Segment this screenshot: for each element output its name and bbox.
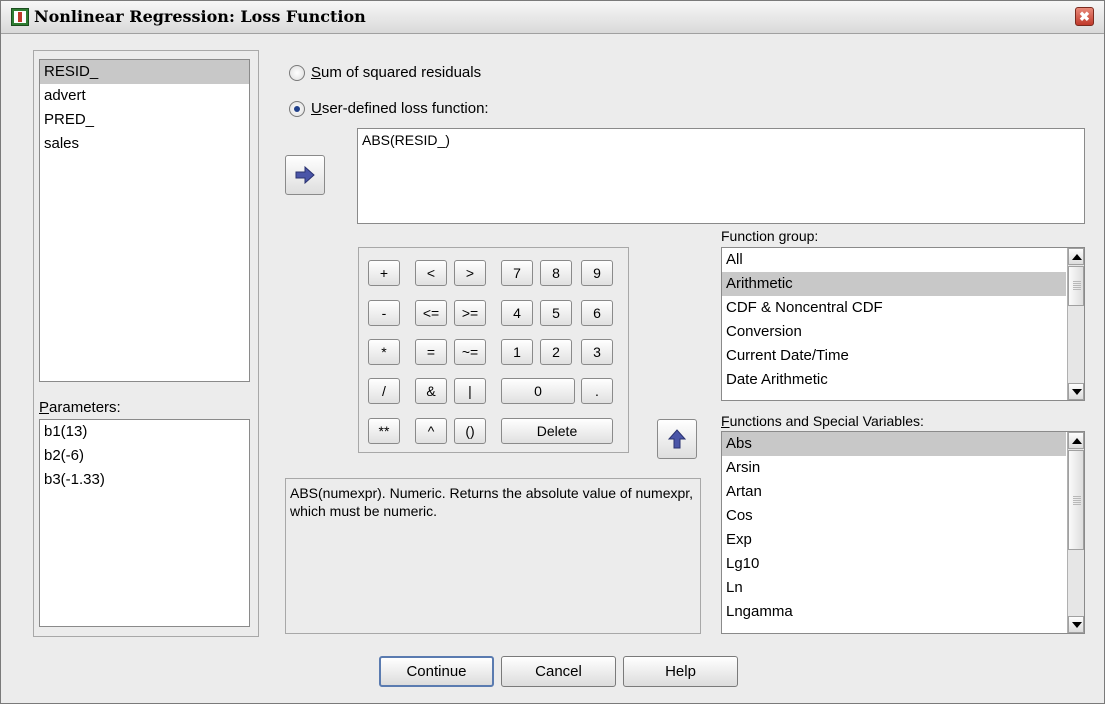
key-less[interactable]: < [415, 260, 447, 286]
function-description: ABS(numexpr). Numeric. Returns the absol… [285, 478, 701, 634]
parameter-item-b2[interactable]: b2(-6) [40, 444, 249, 468]
key-or[interactable]: | [454, 378, 486, 404]
calculator-keypad: + < > 7 8 9 - <= >= 4 5 6 * = ~= 1 2 3 /… [358, 247, 629, 453]
key-parentheses[interactable]: () [454, 418, 486, 444]
parameters-label-text: arameters: [49, 399, 121, 416]
insert-function-button[interactable] [657, 419, 697, 459]
scroll-down-button[interactable] [1068, 616, 1084, 633]
scroll-down-button[interactable] [1068, 383, 1084, 400]
key-caret[interactable]: ^ [415, 418, 447, 444]
key-8[interactable]: 8 [540, 260, 572, 286]
key-delete[interactable]: Delete [501, 418, 613, 444]
variable-item-sales[interactable]: sales [40, 132, 249, 156]
key-7[interactable]: 7 [501, 260, 533, 286]
continue-button[interactable]: Continue [379, 656, 494, 687]
expression-text: ABS(RESID_) [362, 132, 450, 148]
scroll-up-button[interactable] [1068, 432, 1084, 449]
function-item[interactable]: Cos [722, 504, 1066, 528]
scroll-thumb[interactable] [1068, 450, 1084, 550]
sum-of-squares-radio[interactable] [289, 65, 305, 81]
chevron-down-icon [1072, 622, 1082, 628]
dialog-window: Nonlinear Regression: Loss Function ✖ RE… [0, 0, 1105, 704]
key-6[interactable]: 6 [581, 300, 613, 326]
sum-of-squares-label[interactable]: Sum of squared residuals [311, 64, 481, 81]
key-greater[interactable]: > [454, 260, 486, 286]
close-button[interactable]: ✖ [1075, 7, 1094, 26]
key-9[interactable]: 9 [581, 260, 613, 286]
parameter-item-b1[interactable]: b1(13) [40, 420, 249, 444]
functions-label-text: unctions and Special Variables: [729, 413, 924, 429]
loss-function-expression[interactable]: ABS(RESID_) [357, 128, 1085, 224]
sum-mnemonic: S [311, 64, 322, 81]
function-item[interactable]: Artan [722, 480, 1066, 504]
user-defined-label[interactable]: User-defined loss function: [311, 100, 489, 117]
function-group-label-a: Function [721, 228, 779, 244]
function-group-label: Function group: [721, 228, 818, 244]
key-1[interactable]: 1 [501, 339, 533, 365]
function-item[interactable]: Exp [722, 528, 1066, 552]
function-group-item[interactable]: All [722, 248, 1066, 272]
grip-icon [1073, 496, 1081, 506]
variables-list[interactable]: RESID_ advert PRED_ sales [39, 59, 250, 382]
key-equal[interactable]: = [415, 339, 447, 365]
function-group-label-b: roup: [786, 228, 819, 244]
function-item[interactable]: Lg10 [722, 552, 1066, 576]
function-item[interactable]: Ln [722, 576, 1066, 600]
chevron-up-icon [1072, 438, 1082, 444]
chevron-up-icon [1072, 254, 1082, 260]
key-greater-equal[interactable]: >= [454, 300, 486, 326]
functions-scrollbar[interactable] [1067, 432, 1084, 633]
parameters-list[interactable]: b1(13) b2(-6) b3(-1.33) [39, 419, 250, 627]
arrow-right-icon [295, 166, 315, 184]
window-title: Nonlinear Regression: Loss Function [34, 7, 366, 26]
sum-label-text: um of squared residuals [321, 64, 482, 81]
user-defined-radio[interactable] [289, 101, 305, 117]
parameters-label: Parameters: [39, 399, 121, 416]
key-not-equal[interactable]: ~= [454, 339, 486, 365]
grip-icon [1073, 281, 1081, 291]
key-2[interactable]: 2 [540, 339, 572, 365]
functions-label: Functions and Special Variables: [721, 413, 924, 429]
arrow-up-icon [668, 429, 686, 449]
parameters-mnemonic: P [39, 399, 50, 416]
user-label-text: ser-defined loss function: [321, 100, 489, 117]
key-decimal[interactable]: . [581, 378, 613, 404]
key-plus[interactable]: + [368, 260, 400, 286]
title-bar[interactable]: Nonlinear Regression: Loss Function ✖ [1, 1, 1104, 34]
function-item[interactable]: Abs [722, 432, 1066, 456]
scroll-thumb[interactable] [1068, 266, 1084, 306]
function-group-item[interactable]: Current Date/Time [722, 344, 1066, 368]
scroll-up-button[interactable] [1068, 248, 1084, 265]
variable-item-resid[interactable]: RESID_ [40, 60, 249, 84]
functions-list[interactable]: Abs Arsin Artan Cos Exp Lg10 Ln Lngamma [721, 431, 1085, 634]
key-4[interactable]: 4 [501, 300, 533, 326]
function-group-scrollbar[interactable] [1067, 248, 1084, 400]
move-to-expression-button[interactable] [285, 155, 325, 195]
key-0[interactable]: 0 [501, 378, 575, 404]
function-group-item[interactable]: CDF & Noncentral CDF [722, 296, 1066, 320]
function-group-item[interactable]: Conversion [722, 320, 1066, 344]
key-5[interactable]: 5 [540, 300, 572, 326]
parameter-item-b3[interactable]: b3(-1.33) [40, 468, 249, 492]
chevron-down-icon [1072, 389, 1082, 395]
app-icon [11, 8, 29, 26]
key-and[interactable]: & [415, 378, 447, 404]
key-minus[interactable]: - [368, 300, 400, 326]
functions-mnemonic: F [721, 413, 730, 429]
key-less-equal[interactable]: <= [415, 300, 447, 326]
cancel-button[interactable]: Cancel [501, 656, 616, 687]
function-group-list[interactable]: All Arithmetic CDF & Noncentral CDF Conv… [721, 247, 1085, 401]
key-divide[interactable]: / [368, 378, 400, 404]
key-multiply[interactable]: * [368, 339, 400, 365]
key-power[interactable]: ** [368, 418, 400, 444]
user-mnemonic: U [311, 100, 322, 117]
help-button[interactable]: Help [623, 656, 738, 687]
variable-item-advert[interactable]: advert [40, 84, 249, 108]
function-group-item[interactable]: Arithmetic [722, 272, 1066, 296]
function-item[interactable]: Lngamma [722, 600, 1066, 624]
function-group-item[interactable]: Date Arithmetic [722, 368, 1066, 392]
variable-item-pred[interactable]: PRED_ [40, 108, 249, 132]
function-item[interactable]: Arsin [722, 456, 1066, 480]
key-3[interactable]: 3 [581, 339, 613, 365]
